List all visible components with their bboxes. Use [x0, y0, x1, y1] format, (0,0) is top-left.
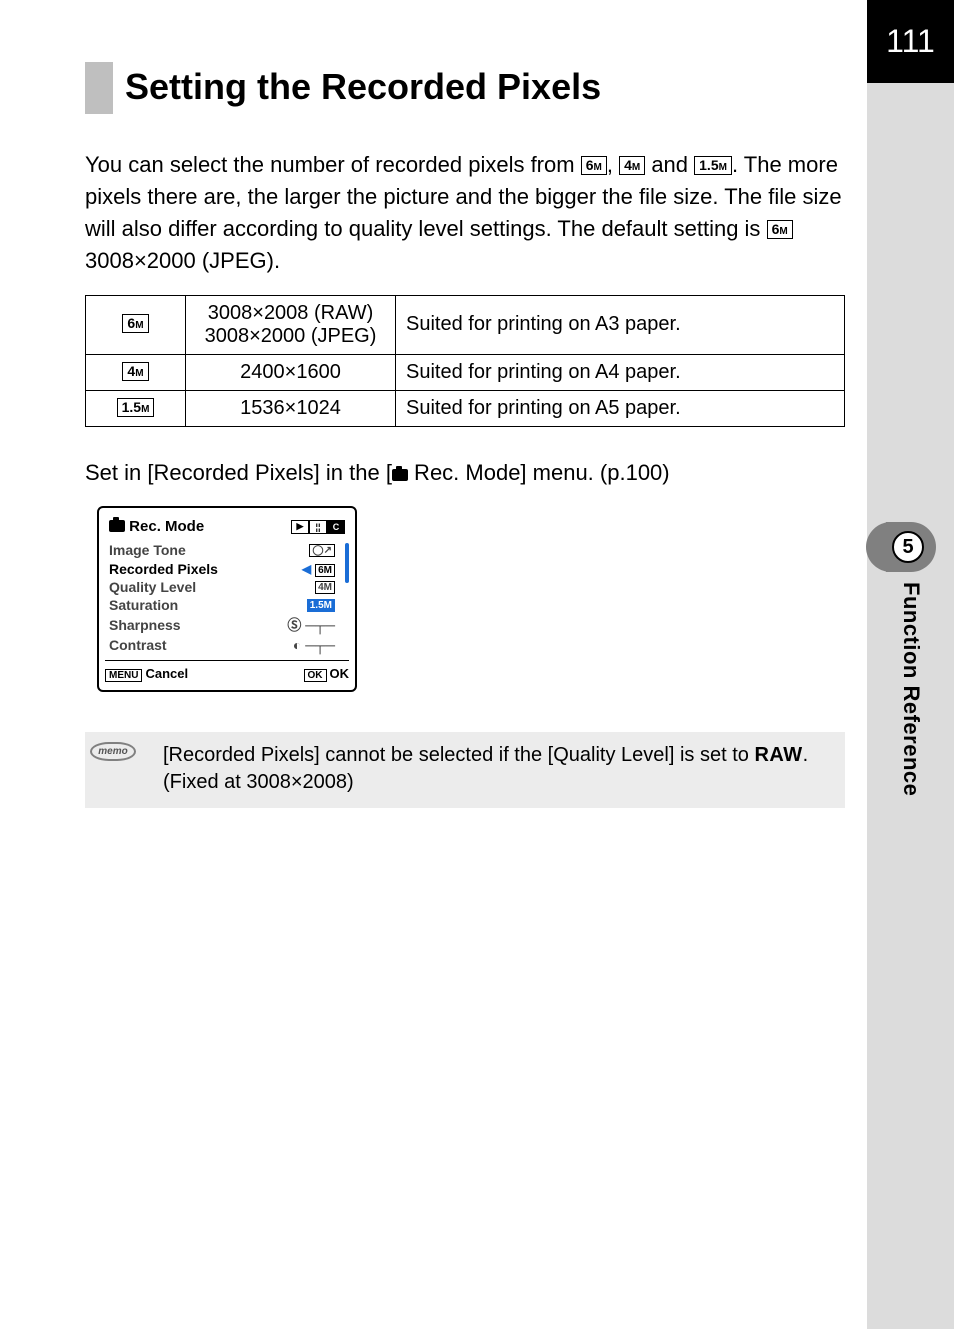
sharpness-slider-icon: Ⓢ ─┬─ — [287, 615, 335, 635]
menu-tab-icons: ▶ ¦¦ C — [291, 520, 345, 534]
badge-1-5m-icon: 1.5M — [307, 599, 335, 612]
memo-text: [Recorded Pixels] cannot be selected if … — [163, 742, 831, 796]
menu-item-sharpness: Sharpness Ⓢ ─┬─ — [107, 614, 337, 636]
left-arrow-icon: ◀ — [302, 562, 311, 576]
badge-4m-icon: 4M — [315, 581, 335, 594]
badge-4m-icon: 4M — [619, 156, 645, 175]
image-tone-value-icon: ◯↗ — [309, 544, 335, 557]
menu-item-saturation: Saturation 1.5M — [107, 596, 337, 614]
badge-4m-icon: 4M — [122, 362, 148, 381]
badge-1-5m-icon: 1.5M — [694, 156, 732, 175]
description-cell: Suited for printing on A4 paper. — [396, 354, 845, 390]
custom-tab-icon: C — [327, 520, 345, 534]
badge-6m-default-icon: 6M — [767, 220, 793, 239]
menu-item-recorded-pixels: Recorded Pixels ◀6M — [107, 559, 337, 578]
playback-tab-icon: ▶ — [291, 520, 309, 534]
camera-icon — [109, 520, 125, 532]
description-cell: Suited for printing on A5 paper. — [396, 390, 845, 426]
page-number-tab: 111 — [867, 0, 954, 83]
menu-item-contrast: Contrast ◐ ─┬─ — [107, 636, 337, 654]
table-row: 6M 3008×2008 (RAW)3008×2000 (JPEG) Suite… — [86, 295, 845, 354]
menu-item-image-tone: Image Tone ◯↗ — [107, 541, 337, 559]
description-cell: Suited for printing on A3 paper. — [396, 295, 845, 354]
scrollbar-indicator — [345, 543, 349, 583]
chapter-number: 5 — [892, 531, 924, 563]
table-row: 1.5M 1536×1024 Suited for printing on A5… — [86, 390, 845, 426]
badge-6m-icon: 6M — [315, 564, 335, 577]
page-title: Setting the Recorded Pixels — [125, 62, 601, 114]
setup-tab-icon: ¦¦ — [309, 520, 327, 534]
menu-item-quality-level: Quality Level 4M — [107, 578, 337, 596]
menu-cancel: MENUCancel — [105, 666, 188, 682]
heading-row: Setting the Recorded Pixels — [85, 62, 845, 114]
memo-note: memo [Recorded Pixels] cannot be selecte… — [85, 732, 845, 808]
resolution-cell: 3008×2008 (RAW)3008×2000 (JPEG) — [186, 295, 396, 354]
resolution-cell: 1536×1024 — [186, 390, 396, 426]
contrast-slider-icon: ◐ ─┬─ — [293, 637, 335, 653]
table-row: 4M 2400×1600 Suited for printing on A4 p… — [86, 354, 845, 390]
memo-icon: memo — [90, 742, 135, 761]
rec-mode-menu-screenshot: Rec. Mode ▶ ¦¦ C Image Tone ◯↗ Recorded … — [97, 506, 357, 692]
ok-button-icon: OK — [304, 669, 327, 682]
page-number: 111 — [886, 23, 935, 60]
heading-accent-bar — [85, 62, 113, 114]
intro-paragraph: You can select the number of recorded pi… — [85, 149, 845, 277]
badge-6m-icon: 6M — [122, 314, 148, 333]
menu-ok: OKOK — [304, 666, 350, 682]
resolution-cell: 2400×1600 — [186, 354, 396, 390]
menu-button-icon: MENU — [105, 669, 142, 682]
menu-title: Rec. Mode — [129, 518, 204, 535]
chapter-tab: 5 — [886, 522, 936, 572]
pixel-size-table: 6M 3008×2008 (RAW)3008×2000 (JPEG) Suite… — [85, 295, 845, 427]
badge-1-5m-icon: 1.5M — [117, 398, 155, 417]
badge-6m-icon: 6M — [581, 156, 607, 175]
camera-icon — [392, 469, 408, 481]
sidebar-section-label: Function Reference — [898, 582, 924, 796]
set-in-paragraph: Set in [Recorded Pixels] in the [ Rec. M… — [85, 457, 845, 489]
